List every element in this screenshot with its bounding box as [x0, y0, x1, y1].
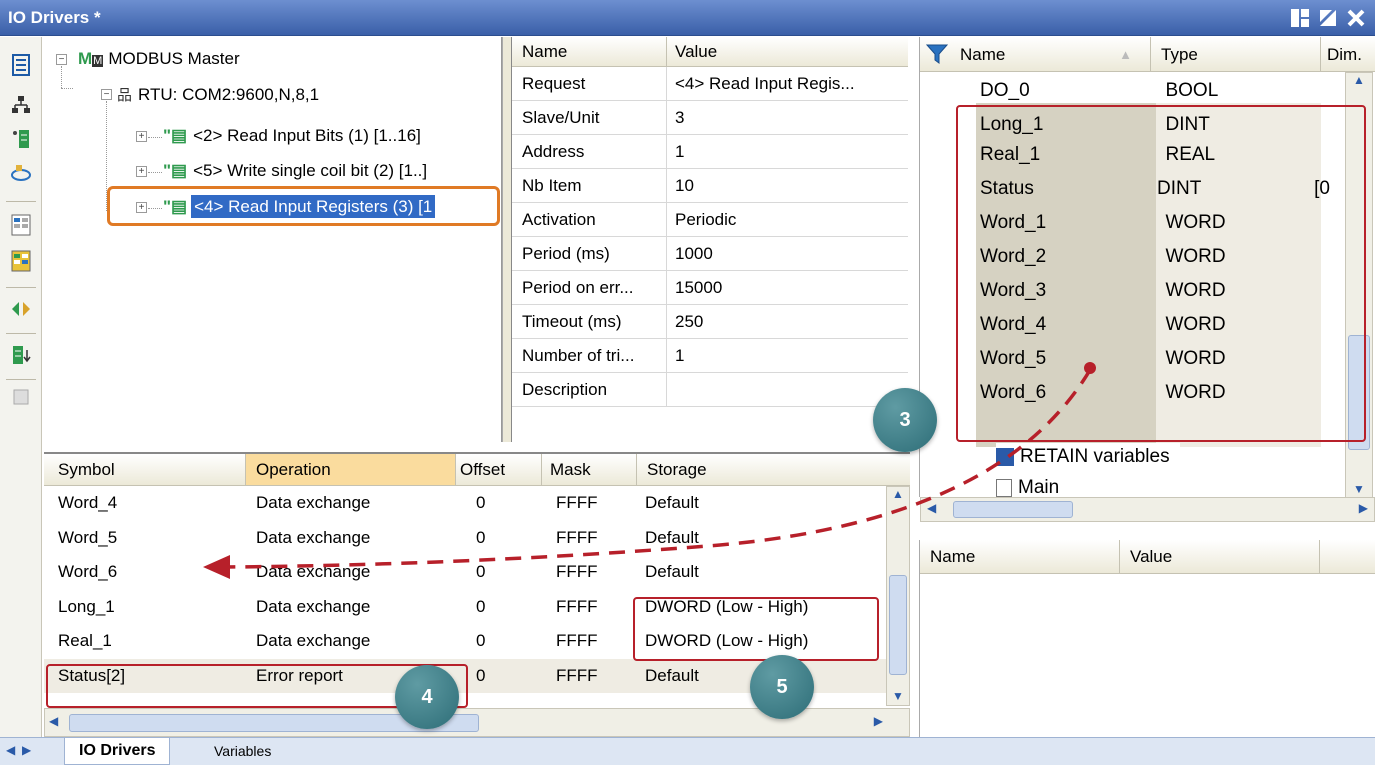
callout-4: 4	[395, 665, 459, 729]
annotation-arrow	[203, 362, 1096, 579]
callout-5: 5	[750, 655, 814, 719]
callout-3: 3	[873, 388, 937, 452]
